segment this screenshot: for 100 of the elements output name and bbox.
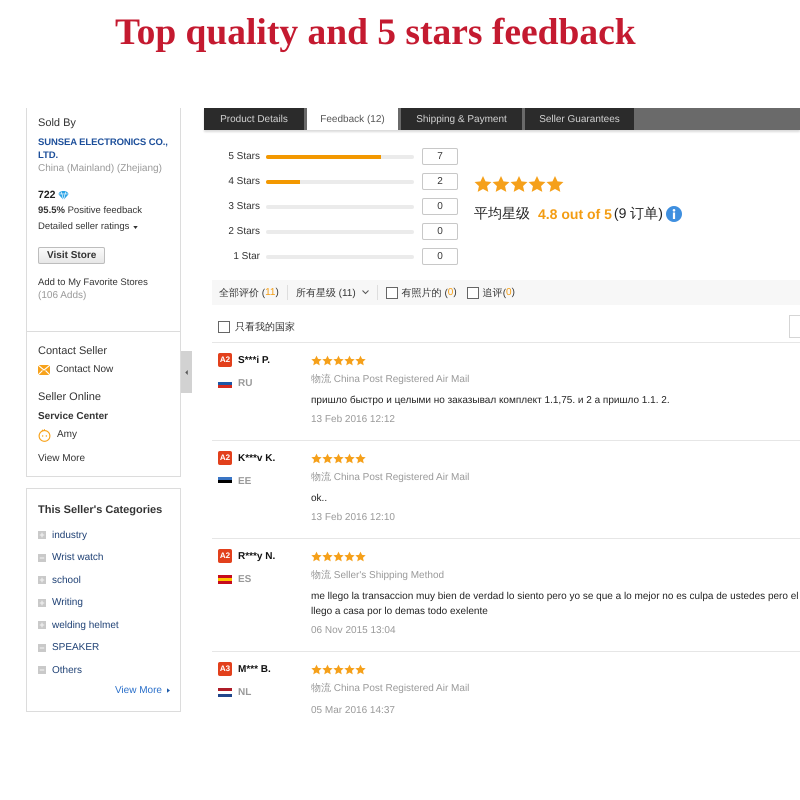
- contact-now-link[interactable]: Contact Now: [38, 362, 114, 378]
- country-code: EE: [238, 476, 252, 486]
- star-icon: [333, 452, 344, 464]
- shipping-method: 物流 China Post Registered Air Mail: [311, 470, 470, 485]
- category-link[interactable]: Others: [38, 659, 82, 682]
- tab[interactable]: Shipping & Payment: [401, 108, 522, 130]
- view-more-link[interactable]: View More: [114, 682, 170, 698]
- country-filter-checkbox[interactable]: 只看我的国家: [218, 320, 295, 334]
- caret-icon: [167, 688, 170, 693]
- shipping-method: 物流 Seller's Shipping Method: [311, 568, 446, 583]
- category-link[interactable]: Wrist watch: [38, 546, 104, 569]
- category-link[interactable]: school: [38, 569, 81, 592]
- flag-icon: [218, 574, 232, 584]
- tab[interactable]: Feedback (12): [307, 108, 398, 130]
- filter-checkbox[interactable]: 有照片的 (0): [386, 286, 457, 300]
- favorite-count: (106 Adds): [38, 289, 86, 302]
- rating-dropdown[interactable]: 所有星级 (11): [296, 286, 369, 300]
- shipping-method: 物流 China Post Registered Air Mail: [311, 682, 470, 696]
- average-label: 平均星级: [474, 205, 530, 223]
- plus-box-icon: [38, 576, 46, 584]
- filter-tab[interactable]: 全部评价 (11): [219, 286, 279, 300]
- category-link[interactable]: welding helmet: [38, 614, 119, 636]
- caret-icon: [185, 370, 188, 374]
- buyer-name: R***y N.: [238, 550, 276, 562]
- star-icon: [333, 664, 344, 674]
- star-icon: [311, 664, 322, 674]
- checkbox[interactable]: [218, 320, 230, 332]
- buyer-level-badge: A2: [218, 353, 232, 367]
- agent-chat-link[interactable]: Amy: [38, 426, 77, 444]
- section-heading: Contact Seller: [38, 344, 108, 359]
- star-icon: [322, 354, 333, 366]
- plus-box-icon: [38, 531, 46, 540]
- star-icon: [311, 452, 322, 464]
- caret-icon: [362, 290, 369, 295]
- rating-label: 4 Stars: [227, 176, 260, 187]
- section-heading: Sold By: [38, 116, 76, 131]
- info-icon[interactable]: [666, 206, 682, 222]
- buyer-name: K***v K.: [238, 452, 276, 464]
- star-icon: [333, 550, 344, 562]
- diamond-icon: [58, 190, 69, 200]
- flag-icon: [218, 688, 232, 696]
- review-text: me llego la transaccion muy bien de verdad lo siento pero yo se que a lo mejor no es culpa de ustedes pero el: [311, 590, 800, 604]
- star-icon: [528, 175, 546, 193]
- positive-feedback: 95.5% Positive feedback: [38, 204, 142, 218]
- seller-score: 722: [38, 189, 56, 201]
- rating-count: 0: [422, 223, 458, 240]
- sidebar-toggle[interactable]: [181, 351, 192, 393]
- review-date: 05 Mar 2016 14:37: [311, 704, 396, 718]
- flag-icon: [218, 476, 232, 486]
- star-icon: [474, 175, 492, 193]
- caret-icon: [133, 226, 138, 228]
- star-icon: [355, 664, 366, 674]
- buyer-name: M*** B.: [238, 664, 271, 674]
- store-name-link[interactable]: SUNSEA ELECTRONICS CO., LTD.: [38, 136, 178, 162]
- star-icon: [355, 452, 366, 464]
- star-icon: [322, 452, 333, 464]
- plus-box-icon: [38, 598, 46, 607]
- checkbox[interactable]: [466, 286, 479, 298]
- rating-label: 5 Stars: [227, 151, 260, 162]
- category-link[interactable]: Writing: [38, 592, 83, 614]
- minus-box-icon: [38, 644, 46, 652]
- envelope-icon: [38, 365, 50, 375]
- visit-store-button[interactable]: Visit Store: [38, 247, 106, 264]
- rating-label: 3 Stars: [227, 201, 260, 212]
- star-icon: [510, 175, 528, 193]
- rating-label: 1 Star: [232, 251, 260, 262]
- review-date: 06 Nov 2015 13:04: [311, 624, 397, 638]
- buyer-name: S***i P.: [238, 354, 270, 366]
- star-icon: [344, 354, 355, 366]
- tab[interactable]: Product Details: [204, 108, 304, 130]
- average-score: 4.8 out of 5: [538, 206, 612, 222]
- review-text: пришло быстро и целыми но заказывал комплект 1.1,75. и 2 а пришло 1.1. 2.: [311, 394, 671, 408]
- review-text: llego a casa por lo demas todo exelente: [311, 605, 489, 619]
- shipping-method: 物流 China Post Registered Air Mail: [311, 372, 470, 387]
- star-icon: [311, 354, 322, 366]
- section-heading: Seller Online: [38, 390, 101, 405]
- buyer-level-badge: A2: [218, 549, 232, 563]
- review-date: 13 Feb 2016 12:10: [311, 511, 396, 525]
- star-icon: [355, 354, 366, 366]
- star-icon: [333, 354, 344, 366]
- category-link[interactable]: SPEAKER: [38, 636, 100, 659]
- star-icon: [344, 550, 355, 562]
- star-icon: [344, 452, 355, 464]
- star-icon: [344, 664, 355, 674]
- rating-count: 0: [422, 248, 458, 265]
- rating-count: 7: [422, 148, 458, 165]
- view-more-link[interactable]: View More: [38, 452, 86, 466]
- buyer-level-badge: A3: [218, 662, 232, 676]
- review-date: 13 Feb 2016 12:12: [311, 413, 396, 427]
- checkbox[interactable]: [386, 286, 398, 298]
- category-link[interactable]: industry: [38, 524, 88, 546]
- filter-checkbox[interactable]: 追评(0): [466, 286, 515, 300]
- favorite-store-link[interactable]: Add to My Favorite Stores: [38, 276, 148, 289]
- seller-ratings-link[interactable]: Detailed seller ratings: [38, 219, 138, 235]
- rating-count: 0: [422, 198, 458, 215]
- star-icon: [322, 550, 333, 562]
- tab[interactable]: Seller Guarantees: [525, 108, 634, 130]
- review-text: ok..: [311, 492, 328, 506]
- star-icon: [311, 550, 322, 562]
- star-icon: [546, 175, 564, 193]
